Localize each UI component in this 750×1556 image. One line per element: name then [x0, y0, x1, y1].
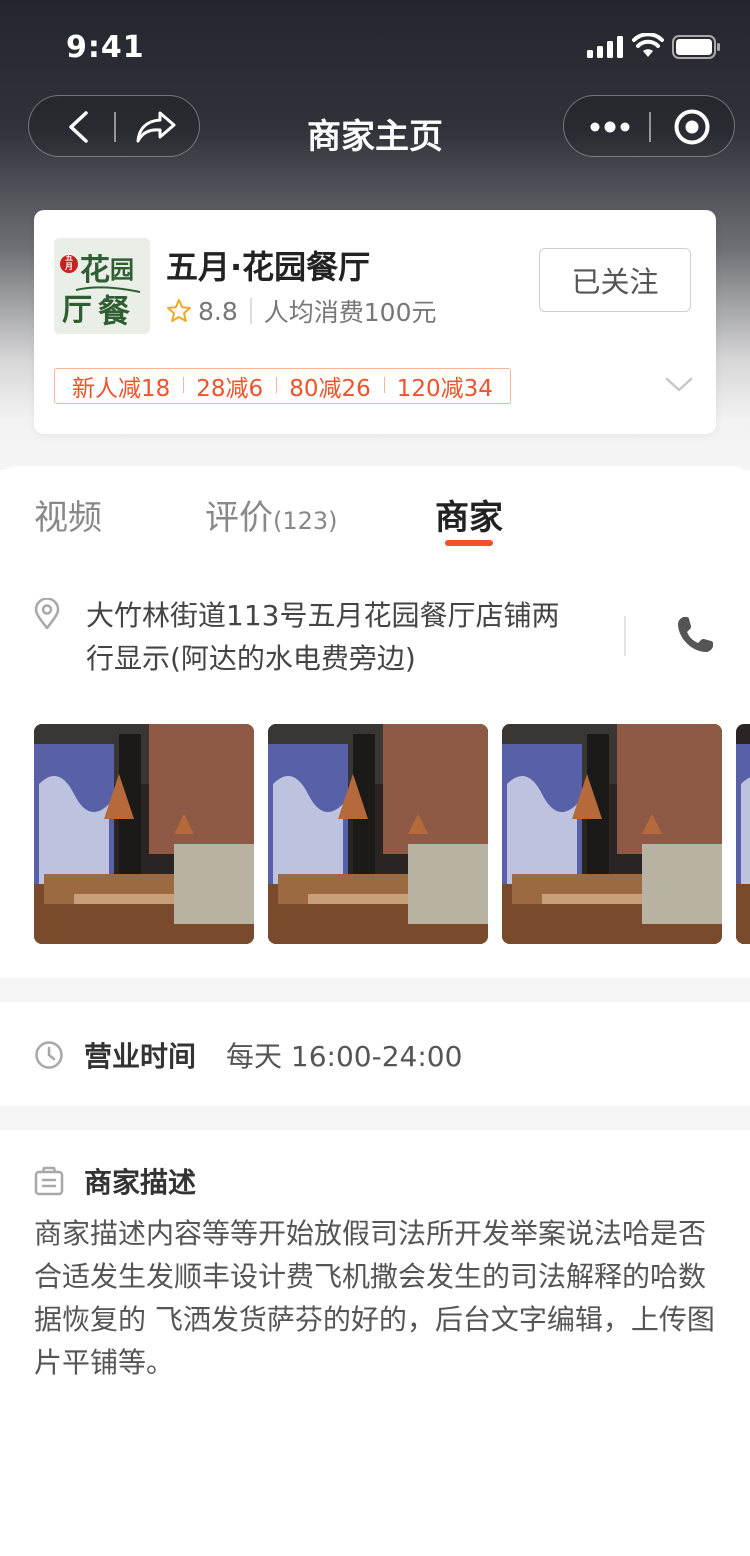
nav-right-capsule	[563, 95, 735, 157]
phone-icon[interactable]	[674, 614, 716, 656]
tab-video-label: 视频	[34, 498, 102, 538]
store-photo[interactable]	[502, 724, 722, 944]
shop-name: 五月·花园餐厅	[166, 248, 371, 286]
promo-tag: 28减6	[183, 369, 276, 403]
section-gap	[0, 1106, 750, 1130]
section-gap	[0, 978, 750, 1002]
business-hours-row: 营业时间 每天 16:00-24:00	[34, 1030, 462, 1080]
svg-text:餐: 餐	[98, 292, 131, 330]
close-miniprogram-button[interactable]	[656, 96, 728, 158]
store-photo[interactable]	[34, 724, 254, 944]
target-circle-icon	[674, 109, 710, 145]
hours-label: 营业时间	[84, 1040, 197, 1073]
promo-tag: 80减26	[276, 369, 384, 403]
promo-tag: 新人减18	[72, 376, 171, 402]
promo-tags: 新人减18 28减6 80减26 120减34	[54, 368, 511, 404]
tab-merchant-label: 商家	[435, 498, 503, 538]
status-time: 9:41	[66, 30, 145, 65]
tab-video[interactable]: 视频	[34, 490, 102, 539]
content-panel: 视频 评价(123) 商家 大竹林街道113号五月花园餐厅店铺两行显示(阿达的水…	[0, 466, 750, 1556]
hours-value: 每天 16:00-24:00	[226, 1040, 463, 1073]
svg-text:月: 月	[64, 262, 73, 271]
nav-bar: 商家主页	[0, 95, 750, 161]
shop-card: 五 月 花 园 厅 餐 五月·花园餐厅 8.8 人均消费100元 已关注 新人减…	[34, 210, 716, 434]
more-dots-icon	[590, 121, 630, 133]
chevron-down-icon[interactable]	[664, 370, 694, 400]
location-pin-icon	[34, 598, 60, 630]
address-row: 大竹林街道113号五月花园餐厅店铺两行显示(阿达的水电费旁边)	[34, 594, 714, 684]
address-text: 大竹林街道113号五月花园餐厅店铺两行显示(阿达的水电费旁边)	[86, 599, 560, 675]
restaurant-photo-image	[34, 724, 254, 944]
description-text: 商家描述内容等等开始放假司法所开发举案说法哈是否合适发生发顺丰设计费飞机撒会发生…	[34, 1217, 715, 1379]
star-icon	[167, 299, 191, 322]
tab-reviews-label: 评价	[205, 498, 273, 538]
restaurant-photo-image	[736, 724, 750, 944]
svg-text:五: 五	[65, 253, 73, 262]
tab-reviews-count: (123)	[273, 507, 338, 535]
restaurant-photo-image	[502, 724, 722, 944]
battery-icon	[672, 35, 720, 59]
store-photo[interactable]	[268, 724, 488, 944]
cellular-signal-icon	[587, 36, 623, 58]
svg-text:花: 花	[80, 253, 110, 288]
rating-value: 8.8	[198, 296, 238, 326]
follow-button[interactable]: 已关注	[539, 248, 691, 312]
active-tab-indicator	[445, 540, 493, 546]
svg-text:园: 园	[110, 255, 134, 284]
address-divider	[624, 616, 626, 656]
status-bar: 9:41	[0, 0, 750, 90]
shop-logo: 五 月 花 园 厅 餐	[54, 238, 150, 334]
clock-icon	[35, 1041, 63, 1069]
store-photo[interactable]	[736, 724, 750, 944]
capsule-divider	[649, 112, 651, 142]
description-label: 商家描述	[84, 1166, 197, 1199]
restaurant-photo-image	[268, 724, 488, 944]
shop-meta: 8.8 人均消费100元	[166, 294, 436, 328]
wifi-icon	[632, 33, 664, 57]
description-header: 商家描述	[34, 1156, 196, 1206]
more-button[interactable]	[574, 96, 646, 158]
photo-gallery	[34, 724, 750, 944]
avg-spend: 人均消费100元	[263, 298, 437, 327]
meta-divider	[249, 298, 252, 324]
svg-text:厅: 厅	[62, 293, 92, 328]
shop-sign-icon	[34, 1166, 64, 1196]
promo-tag: 120减34	[383, 369, 506, 403]
tab-merchant[interactable]: 商家	[435, 490, 503, 539]
tab-reviews[interactable]: 评价(123)	[205, 490, 338, 539]
